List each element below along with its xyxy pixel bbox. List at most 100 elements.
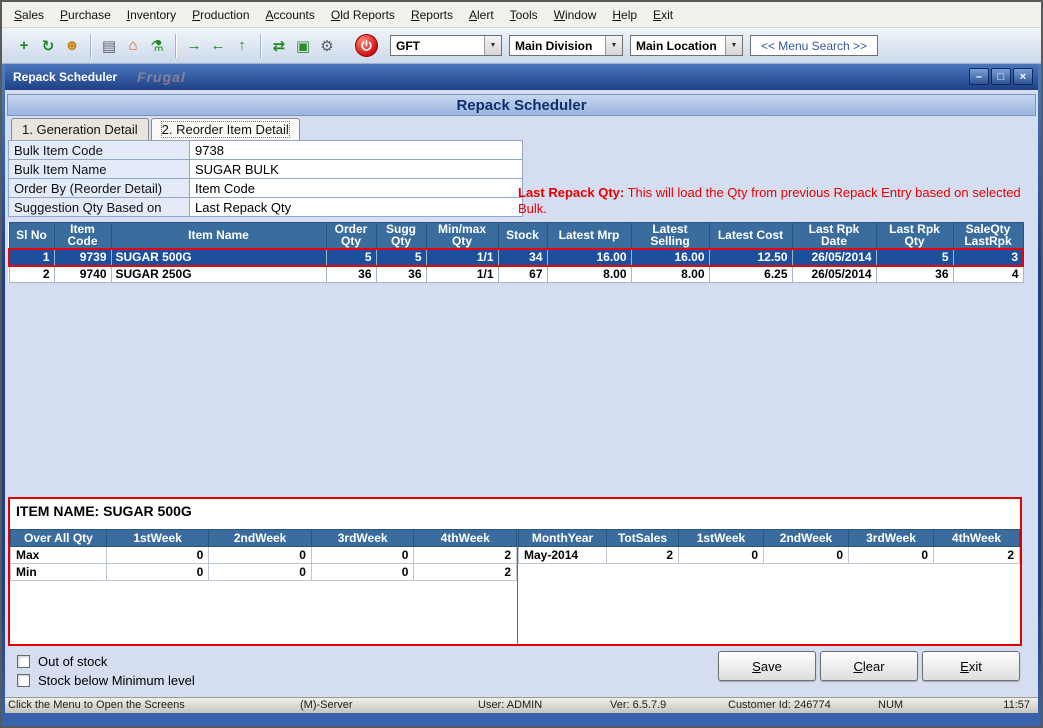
menu-item-old-reports[interactable]: Old Reports bbox=[323, 4, 403, 26]
arrow-right-icon[interactable]: → bbox=[182, 34, 206, 58]
menu-item-sales[interactable]: Sales bbox=[6, 4, 52, 26]
arrow-up-icon[interactable]: ↑ bbox=[230, 34, 254, 58]
tab-reorder-item-detail[interactable]: 2. Reorder Item Detail bbox=[151, 118, 300, 141]
division-select-value: Main Division bbox=[510, 39, 605, 53]
cell: 9740 bbox=[54, 266, 111, 283]
flask-icon[interactable]: ⚗ bbox=[145, 34, 169, 58]
cell: 2 bbox=[414, 547, 517, 564]
bulk-item-name-field[interactable]: SUGAR BULK bbox=[190, 160, 523, 179]
cell: 0 bbox=[311, 547, 414, 564]
clear-button[interactable]: Clear bbox=[820, 651, 918, 681]
suggestion-qty-field[interactable]: Last Repack Qty bbox=[190, 198, 523, 217]
cell: 0 bbox=[106, 547, 209, 564]
menu-item-exit[interactable]: Exit bbox=[645, 4, 681, 26]
menu-item-accounts[interactable]: Accounts bbox=[258, 4, 323, 26]
minimize-button[interactable] bbox=[969, 68, 989, 85]
window-title: Repack Scheduler bbox=[5, 70, 117, 84]
status-item: Ver: 6.5.7.9 bbox=[610, 699, 666, 711]
menu-item-reports[interactable]: Reports bbox=[403, 4, 461, 26]
toolbar: +↻☻ ▤⌂⚗ →←↑ ⇄▣⚙ GFT Main Division Main Loca… bbox=[2, 28, 1041, 64]
company-select-value: GFT bbox=[391, 39, 484, 53]
column-header: Last Rpk Date bbox=[792, 223, 876, 249]
save-button[interactable]: Save bbox=[718, 651, 816, 681]
menu-item-help[interactable]: Help bbox=[604, 4, 645, 26]
refresh-icon[interactable]: ↻ bbox=[36, 34, 60, 58]
tools-icon[interactable]: ⚙ bbox=[315, 34, 339, 58]
cell: 5 bbox=[876, 249, 953, 266]
content: Repack Scheduler 1. Generation Detail 2.… bbox=[5, 90, 1038, 697]
toolbar-separator bbox=[90, 34, 91, 58]
users-icon[interactable]: ☻ bbox=[60, 34, 84, 58]
table-row[interactable]: 29740SUGAR 250G36361/1678.008.006.2526/0… bbox=[9, 266, 1023, 283]
checkbox-out-of-stock[interactable]: Out of stock bbox=[17, 652, 195, 670]
column-header: Latest Selling bbox=[631, 223, 709, 249]
cell: 8.00 bbox=[631, 266, 709, 283]
chevron-down-icon[interactable] bbox=[725, 36, 742, 55]
cell: 0 bbox=[764, 547, 849, 564]
cell: 2 bbox=[414, 564, 517, 581]
chevron-down-icon[interactable] bbox=[605, 36, 622, 55]
cell: 3 bbox=[953, 249, 1023, 266]
status-item: User: ADMIN bbox=[478, 699, 542, 711]
menu-item-alert[interactable]: Alert bbox=[461, 4, 502, 26]
checkbox-box[interactable] bbox=[17, 655, 30, 668]
arrow-left-icon[interactable]: ← bbox=[206, 34, 230, 58]
menu-item-production[interactable]: Production bbox=[184, 4, 257, 26]
home-icon[interactable]: ⌂ bbox=[121, 34, 145, 58]
window-controls bbox=[969, 68, 1033, 85]
transfer-icon[interactable]: ⇄ bbox=[267, 34, 291, 58]
menu-item-inventory[interactable]: Inventory bbox=[119, 4, 184, 26]
package-icon[interactable]: ▣ bbox=[291, 34, 315, 58]
menu-search-input[interactable]: << Menu Search >> bbox=[750, 35, 878, 56]
checkbox-label: Stock below Minimum level bbox=[38, 673, 195, 688]
tab-generation-detail[interactable]: 1. Generation Detail bbox=[11, 118, 149, 141]
cell: 67 bbox=[498, 266, 547, 283]
column-header: SaleQty LastRpk bbox=[953, 223, 1023, 249]
column-header: Latest Mrp bbox=[547, 223, 631, 249]
cell: 4 bbox=[953, 266, 1023, 283]
bulk-form: Bulk Item Code 9738 Bulk Item Name SUGAR… bbox=[8, 140, 523, 217]
exit-button[interactable]: Exit bbox=[922, 651, 1020, 681]
company-select[interactable]: GFT bbox=[390, 35, 502, 56]
cell: 8.00 bbox=[547, 266, 631, 283]
menu-item-window[interactable]: Window bbox=[546, 4, 605, 26]
menu-bar: SalesPurchaseInventoryProductionAccounts… bbox=[2, 2, 1041, 28]
brand-watermark: Frugal bbox=[137, 69, 186, 85]
maximize-button[interactable] bbox=[991, 68, 1011, 85]
cell: 0 bbox=[849, 547, 934, 564]
cell: 26/05/2014 bbox=[792, 266, 876, 283]
table-row[interactable]: 19739SUGAR 500G551/13416.0016.0012.5026/… bbox=[9, 249, 1023, 266]
cell: 5 bbox=[326, 249, 376, 266]
checkbox-stock-below-minimum-level[interactable]: Stock below Minimum level bbox=[17, 671, 195, 689]
new-icon[interactable]: + bbox=[12, 34, 36, 58]
cell: 1 bbox=[9, 249, 54, 266]
chevron-down-icon[interactable] bbox=[484, 36, 501, 55]
status-item: Click the Menu to Open the Screens bbox=[8, 699, 185, 711]
detail-tables: Over All Qty1stWeek2ndWeek3rdWeek4thWeek… bbox=[10, 529, 1020, 644]
location-select[interactable]: Main Location bbox=[630, 35, 743, 56]
bulk-item-code-field[interactable]: 9738 bbox=[190, 141, 523, 160]
order-by-field[interactable]: Item Code bbox=[190, 179, 523, 198]
power-icon[interactable] bbox=[355, 34, 378, 57]
column-header: Order Qty bbox=[326, 223, 376, 249]
cell: 0 bbox=[679, 547, 764, 564]
checkbox-box[interactable] bbox=[17, 674, 30, 687]
detail-right-pane: MonthYearTotSales1stWeek2ndWeek3rdWeek4t… bbox=[518, 529, 1020, 644]
cell: 0 bbox=[209, 564, 312, 581]
column-header: 2ndWeek bbox=[209, 530, 312, 547]
menu-item-tools[interactable]: Tools bbox=[502, 4, 546, 26]
toolbar-separator bbox=[260, 34, 261, 58]
menu-item-purchase[interactable]: Purchase bbox=[52, 4, 119, 26]
cell: 2 bbox=[934, 547, 1020, 564]
status-item: (M)-Server bbox=[300, 699, 353, 711]
field-label: Suggestion Qty Based on bbox=[9, 198, 190, 217]
status-item: NUM bbox=[878, 699, 903, 711]
close-button[interactable] bbox=[1013, 68, 1033, 85]
division-select[interactable]: Main Division bbox=[509, 35, 623, 56]
cell: 5 bbox=[376, 249, 426, 266]
cell: SUGAR 500G bbox=[111, 249, 326, 266]
print-icon[interactable]: ▤ bbox=[97, 34, 121, 58]
detail-item-name-label: ITEM NAME: bbox=[16, 503, 99, 519]
cell: 36 bbox=[326, 266, 376, 283]
detail-item-name-value: SUGAR 500G bbox=[103, 503, 192, 519]
